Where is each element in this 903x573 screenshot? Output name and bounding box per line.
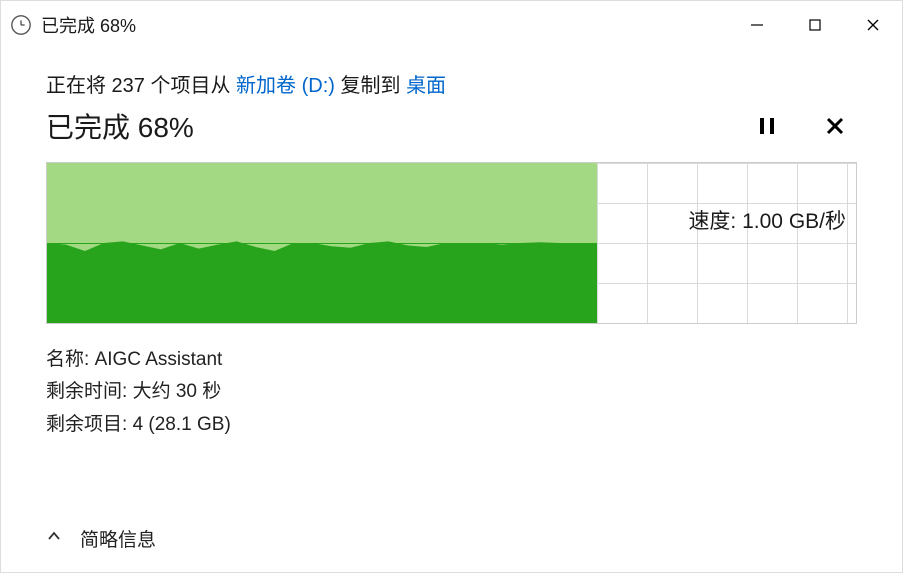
chart-progress-fill	[47, 163, 597, 323]
maximize-button[interactable]	[786, 1, 844, 49]
detail-name-label: 名称:	[46, 349, 95, 370]
close-button[interactable]	[844, 1, 902, 49]
detail-time-label: 剩余时间:	[46, 381, 133, 402]
detail-name-value: AIGC Assistant	[95, 349, 223, 370]
toggle-details-label: 简略信息	[80, 525, 156, 552]
chevron-up-icon	[46, 528, 62, 550]
window-controls	[728, 1, 902, 49]
cancel-button[interactable]	[813, 104, 857, 148]
copy-description: 正在将 237 个项目从 新加卷 (D:) 复制到 桌面	[46, 69, 857, 98]
clock-icon	[9, 13, 33, 37]
detail-items-label: 剩余项目:	[46, 414, 133, 435]
window-title: 已完成 68%	[41, 12, 728, 38]
copy-middle: 复制到	[335, 75, 406, 97]
copy-destination-link[interactable]: 桌面	[406, 75, 446, 97]
copy-prefix: 正在将 237 个项目从	[46, 75, 236, 97]
speed-label: 速度: 1.00 GB/秒	[688, 205, 846, 235]
pause-button[interactable]	[745, 104, 789, 148]
detail-items-value: 4 (28.1 GB)	[133, 414, 231, 435]
progress-title: 已完成 68%	[46, 106, 721, 146]
copy-source-link[interactable]: 新加卷 (D:)	[236, 75, 335, 97]
detail-name: 名称: AIGC Assistant	[46, 344, 857, 376]
speed-chart: 速度: 1.00 GB/秒	[46, 162, 857, 324]
detail-time: 剩余时间: 大约 30 秒	[46, 376, 857, 408]
titlebar: 已完成 68%	[1, 1, 902, 49]
minimize-button[interactable]	[728, 1, 786, 49]
toggle-details-button[interactable]: 简略信息	[1, 515, 902, 572]
chart-history-area	[47, 163, 597, 323]
transfer-details: 名称: AIGC Assistant 剩余时间: 大约 30 秒 剩余项目: 4…	[46, 344, 857, 441]
detail-time-value: 大约 30 秒	[133, 381, 222, 402]
detail-items: 剩余项目: 4 (28.1 GB)	[46, 409, 857, 441]
